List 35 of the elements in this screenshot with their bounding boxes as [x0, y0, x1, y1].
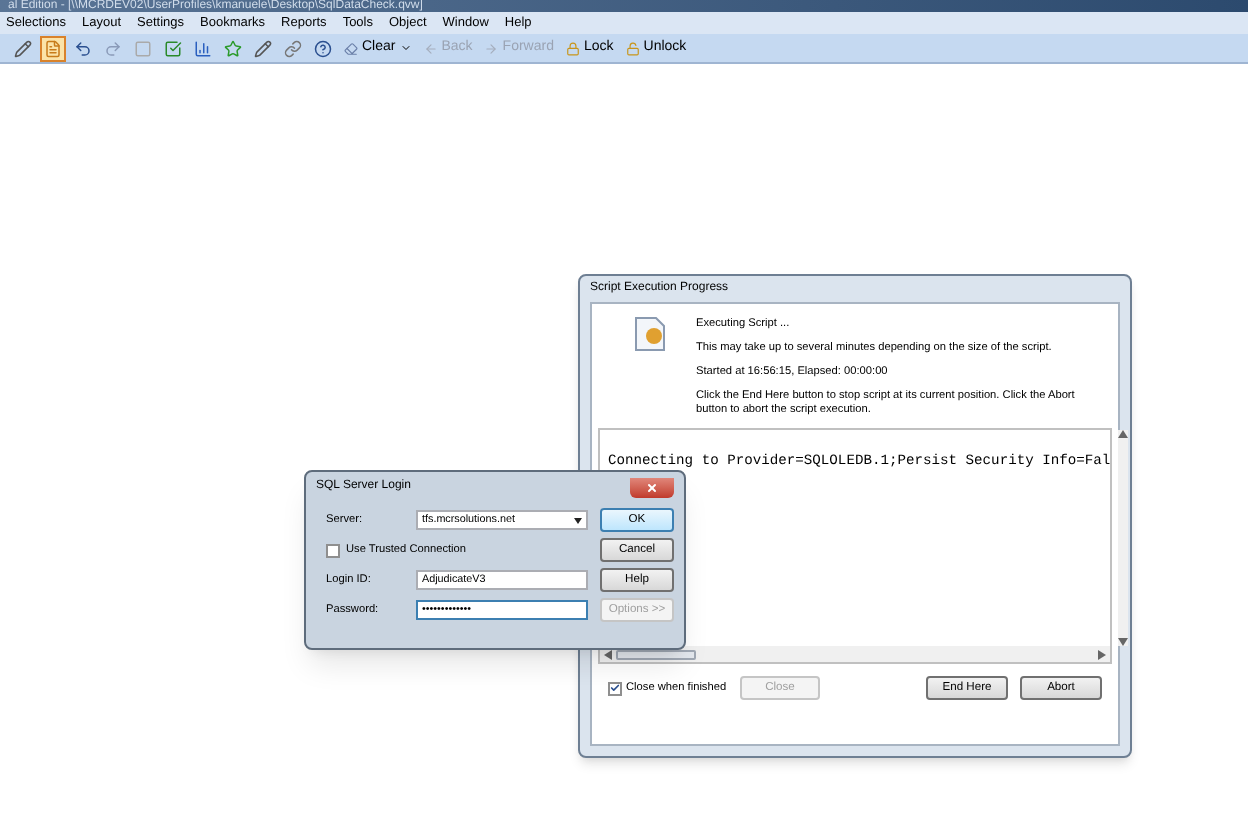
pencil-icon [14, 39, 32, 57]
toolbar-button[interactable] [40, 35, 66, 61]
star-icon [224, 39, 242, 57]
checkbox[interactable] [608, 681, 622, 696]
page-icon [44, 39, 62, 57]
caret-icon [399, 42, 412, 54]
blank-page-icon [134, 39, 152, 57]
toolbar-button[interactable] [310, 35, 336, 61]
arrow-icon [484, 41, 499, 55]
pencil-icon [254, 39, 272, 57]
scroll-down-icon [1118, 638, 1129, 647]
toolbar-button[interactable] [10, 35, 36, 61]
check-icon [610, 682, 620, 695]
close-button[interactable] [630, 477, 674, 497]
help-icon [314, 39, 332, 57]
script-document-icon [632, 316, 668, 352]
toolbar-button[interactable] [220, 35, 246, 61]
toolbar-button[interactable] [250, 35, 276, 61]
link-icon [284, 39, 302, 57]
scroll-up-icon [1118, 430, 1129, 439]
eraser-icon [344, 41, 358, 55]
close-icon [646, 481, 658, 493]
arrow-icon [423, 41, 438, 55]
scroll-right-icon [1098, 649, 1106, 660]
padlock-icon [625, 41, 640, 55]
bar-chart-icon [194, 39, 212, 57]
padlock-icon [565, 41, 580, 55]
toolbar-button[interactable] [280, 35, 306, 61]
undo-icon [74, 39, 92, 57]
checkbox-icon [164, 39, 182, 57]
redo-icon [104, 39, 122, 57]
scroll-thumb[interactable] [616, 649, 696, 660]
caret-icon [574, 517, 582, 523]
scroll-left-icon [604, 649, 612, 660]
checkbox[interactable] [326, 543, 340, 557]
